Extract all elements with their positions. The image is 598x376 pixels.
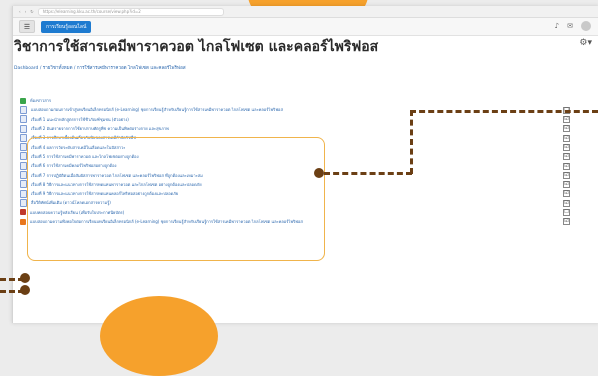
page-title: วิชาการใช้สารเคมีพาราควอต ไกลโฟเซต และคล…	[14, 39, 379, 55]
completion-checkbox[interactable]: ☑	[563, 218, 570, 226]
activity-link[interactable]: ห้องข่าวสาร	[30, 97, 51, 104]
page-icon	[20, 152, 27, 161]
connector-line	[410, 110, 413, 174]
hamburger-icon: ☰	[23, 22, 31, 31]
menu-toggle-button[interactable]: ☰	[19, 20, 35, 33]
page-icon	[20, 180, 27, 189]
completion-checkbox[interactable]: ☑	[563, 143, 570, 151]
navbar-user-area: ♪ ✉	[555, 21, 591, 31]
page-icon	[20, 198, 27, 207]
home-link[interactable]: การเรียนรู้ออนไลน์	[41, 20, 92, 33]
decorative-blob-bottom	[100, 296, 218, 376]
completion-checkbox[interactable]: ☑	[563, 190, 570, 198]
completion-checkbox[interactable]: ☑	[563, 181, 570, 189]
completion-checkbox[interactable]: ☑	[563, 134, 570, 142]
connector-dot	[20, 273, 30, 283]
quiz-icon	[20, 209, 26, 216]
page-icon	[20, 171, 27, 180]
back-icon[interactable]: ‹	[19, 9, 21, 14]
connector-dot	[20, 285, 30, 295]
completion-checkbox[interactable]: ☑	[563, 125, 570, 133]
connector-dot	[314, 168, 324, 178]
activity-link[interactable]: แบบสอบถามก่อนการเข้าสู่บทเรียนอิเล็กทรอน…	[31, 106, 283, 113]
activity-row[interactable]: ห้องข่าวสาร	[20, 96, 580, 105]
browser-toolbar: ‹ › ↻ https://elearning.kku.ac.th/course…	[13, 6, 598, 18]
activity-link[interactable]: เรื่องที่ 1 แนะนำหลักสูตรการใช้ชีวภัณฑ์ช…	[31, 116, 129, 123]
reload-icon[interactable]: ↻	[30, 9, 33, 14]
connector-line	[410, 110, 598, 113]
forum-icon	[20, 97, 26, 104]
completion-checkbox[interactable]: ☐	[563, 209, 570, 217]
site-navbar: ☰ การเรียนรู้ออนไลน์ ♪ ✉	[13, 18, 598, 36]
completion-checkbox[interactable]: ☑	[563, 153, 570, 161]
address-bar[interactable]: https://elearning.kku.ac.th/course/view.…	[37, 7, 224, 16]
notification-bell-icon[interactable]: ♪	[555, 22, 559, 30]
survey-icon	[20, 218, 26, 225]
page-icon	[20, 124, 27, 133]
user-avatar[interactable]	[581, 21, 591, 31]
page-icon	[20, 161, 27, 170]
messages-icon[interactable]: ✉	[567, 22, 573, 30]
completion-checkbox[interactable]: ☑	[563, 171, 570, 179]
activity-link[interactable]: เรื่องที่ 2 อันตรายจากการใช้ยาปราบศัตรูพ…	[31, 125, 169, 132]
gear-icon[interactable]: ⚙▾	[579, 38, 592, 48]
completion-checkbox[interactable]: ☑	[563, 199, 570, 207]
activity-row[interactable]: เรื่องที่ 2 อันตรายจากการใช้ยาปราบศัตรูพ…	[20, 124, 580, 133]
page-icon	[20, 105, 27, 114]
page-icon	[20, 143, 27, 152]
page-icon	[20, 115, 27, 124]
forward-icon[interactable]: ›	[25, 9, 27, 14]
page-icon	[20, 133, 27, 142]
highlight-box	[27, 137, 325, 261]
activity-row[interactable]: เรื่องที่ 1 แนะนำหลักสูตรการใช้ชีวภัณฑ์ช…	[20, 115, 580, 124]
completion-checkbox[interactable]: ☑	[563, 116, 570, 124]
completion-checkbox[interactable]: ☑	[563, 162, 570, 170]
breadcrumb[interactable]: Dashboard / รายวิชาทั้งหมด / การใช้สารเค…	[14, 64, 186, 71]
connector-line	[324, 172, 412, 175]
page-icon	[20, 189, 27, 198]
